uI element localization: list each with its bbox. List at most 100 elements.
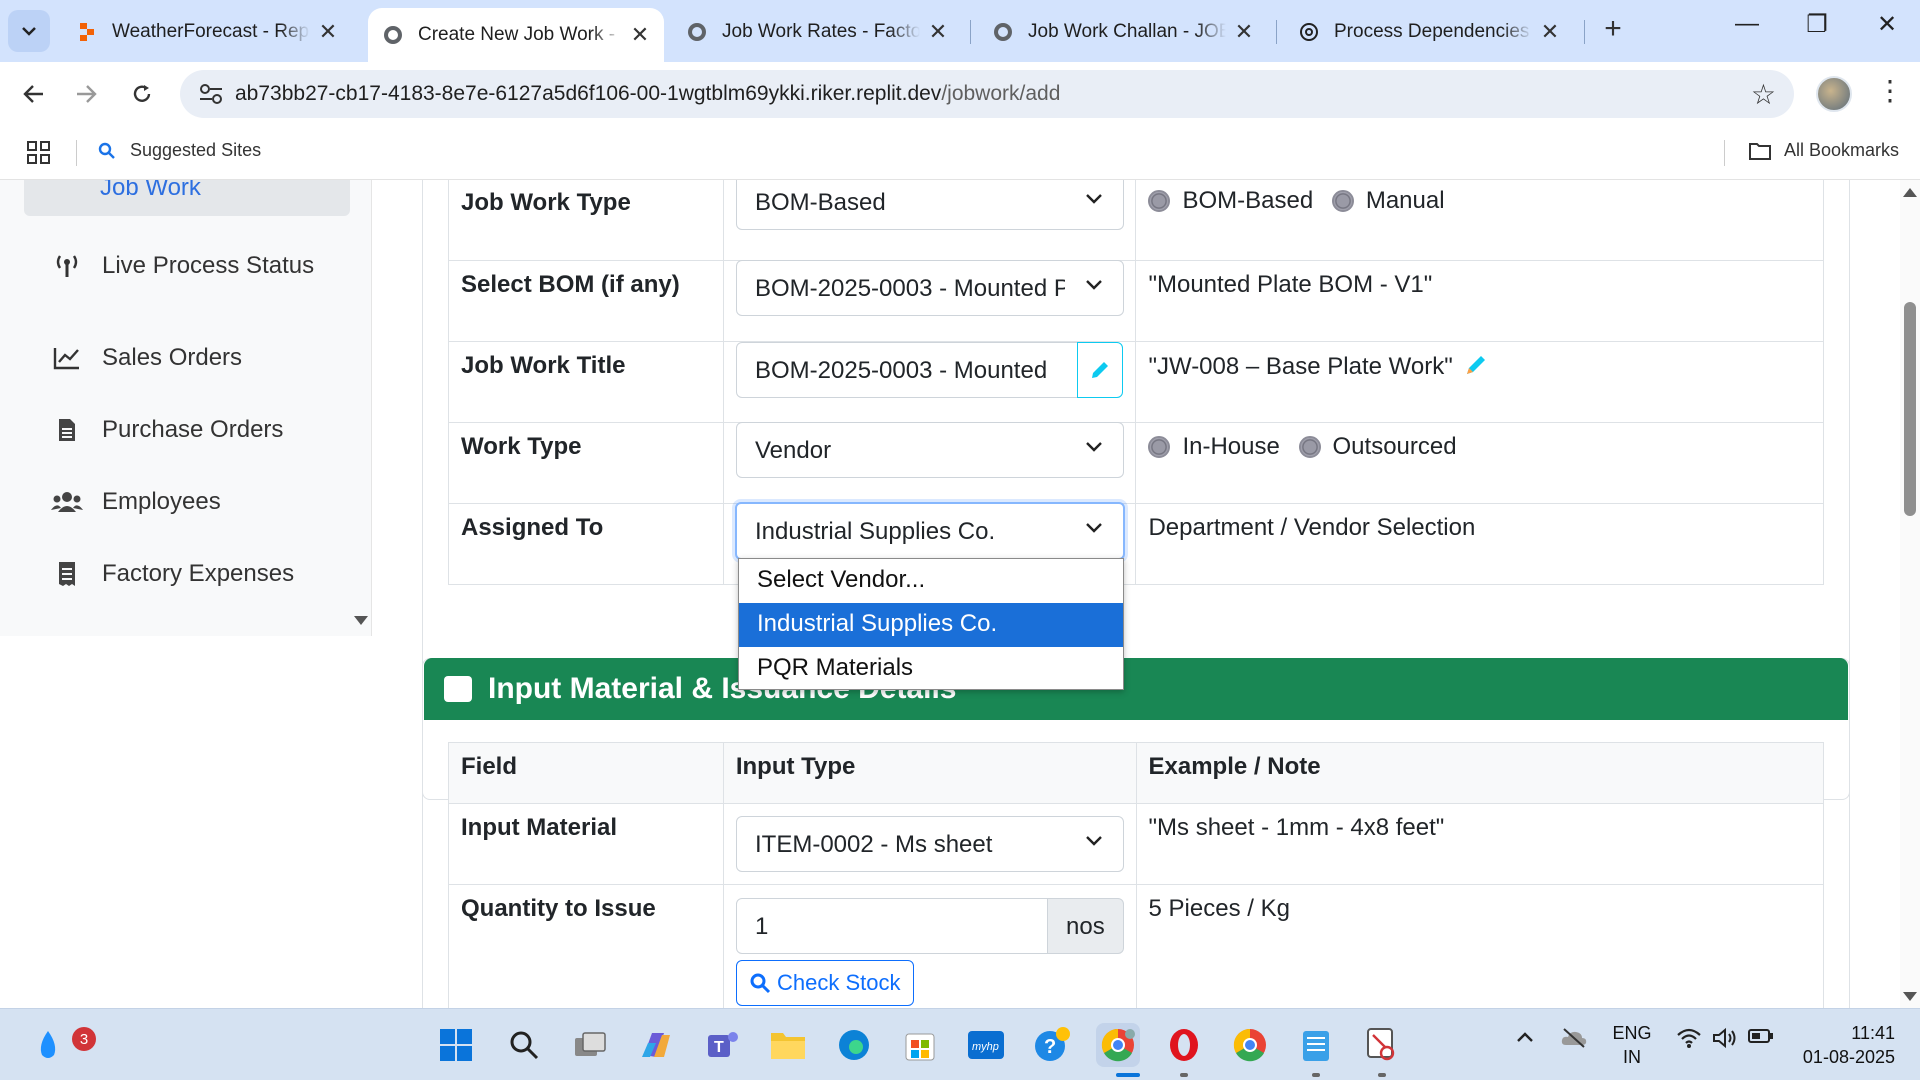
profile-avatar[interactable] bbox=[1816, 76, 1852, 112]
task-view-icon[interactable] bbox=[568, 1023, 612, 1067]
all-bookmarks-button[interactable]: All Bookmarks bbox=[1748, 140, 1899, 161]
search-icon bbox=[750, 973, 771, 994]
help-icon[interactable]: ? bbox=[1030, 1023, 1074, 1067]
quantity-input[interactable]: 1 bbox=[736, 898, 1048, 954]
radio-outsourced[interactable]: Outsourced bbox=[1298, 433, 1457, 461]
system-clock[interactable]: 11:41 01-08-2025 bbox=[1795, 1021, 1895, 1069]
forward-button[interactable] bbox=[68, 76, 104, 112]
page-scrollbar[interactable] bbox=[1900, 180, 1920, 1008]
svg-text:?: ? bbox=[1044, 1036, 1056, 1058]
scroll-up-icon[interactable] bbox=[1903, 188, 1917, 197]
windows-start-icon[interactable] bbox=[434, 1023, 478, 1067]
opera-icon[interactable] bbox=[1162, 1023, 1206, 1067]
chrome-icon[interactable] bbox=[1228, 1023, 1272, 1067]
file-explorer-icon[interactable] bbox=[766, 1023, 810, 1067]
job-work-type-select[interactable]: BOM-Based bbox=[736, 180, 1124, 230]
browser-tab[interactable]: Process Dependencies O ✕ bbox=[1284, 8, 1574, 56]
copilot-icon[interactable] bbox=[634, 1023, 678, 1067]
radio-manual[interactable]: Manual bbox=[1331, 187, 1445, 215]
radio-label: Outsourced bbox=[1332, 433, 1457, 460]
window-close-button[interactable]: ✕ bbox=[1862, 10, 1912, 39]
job-work-title-input[interactable]: BOM-2025-0003 - Mounted bbox=[736, 342, 1078, 398]
column-header: Input Type bbox=[722, 742, 1137, 804]
dropdown-option-selected[interactable]: Industrial Supplies Co. bbox=[739, 603, 1123, 647]
replit-icon bbox=[76, 21, 98, 43]
sidebar-item-sales-orders[interactable]: Sales Orders bbox=[50, 344, 242, 372]
search-icon[interactable] bbox=[502, 1023, 546, 1067]
table-row: Quantity to Issue 5 Pieces / Kg bbox=[448, 884, 1825, 1008]
field-label: Job Work Type bbox=[448, 180, 724, 261]
edit-title-button[interactable] bbox=[1077, 342, 1123, 398]
sidebar-item-employees[interactable]: Employees bbox=[50, 488, 221, 516]
sidebar-item-purchase-orders[interactable]: Purchase Orders bbox=[50, 416, 283, 444]
globe-icon bbox=[686, 21, 708, 43]
receipt-icon bbox=[50, 560, 84, 588]
dropdown-option[interactable]: PQR Materials bbox=[739, 647, 1123, 691]
wifi-icon[interactable] bbox=[1676, 1027, 1702, 1054]
radio-dot bbox=[1298, 436, 1321, 458]
onedrive-icon[interactable] bbox=[1560, 1027, 1588, 1054]
myhp-icon[interactable]: myhp bbox=[964, 1023, 1008, 1067]
restore-button[interactable]: ❐ bbox=[1792, 10, 1842, 39]
url-text[interactable]: ab73bb27-cb17-4183-8e7e-6127a5d6f106-00-… bbox=[235, 82, 1060, 106]
reload-button[interactable] bbox=[124, 76, 160, 112]
select-bom-select[interactable]: BOM-2025-0003 - Mounted P bbox=[736, 260, 1124, 316]
close-icon[interactable]: ✕ bbox=[1234, 19, 1254, 45]
broadcast-icon bbox=[50, 252, 84, 280]
radio-bom-based[interactable]: BOM-Based bbox=[1148, 187, 1313, 215]
scroll-down-icon[interactable] bbox=[1903, 992, 1917, 1001]
close-icon[interactable]: ✕ bbox=[318, 19, 338, 45]
sidebar-scroll-down-icon[interactable] bbox=[354, 616, 368, 625]
bookmark-star-icon[interactable]: ☆ bbox=[1751, 78, 1776, 111]
close-icon[interactable]: ✕ bbox=[630, 22, 650, 48]
browser-tab-active[interactable]: Create New Job Work - F ✕ bbox=[368, 8, 664, 62]
clock-date: 01-08-2025 bbox=[1802, 1047, 1895, 1067]
browser-tab[interactable]: WeatherForecast - Replit ✕ bbox=[62, 8, 352, 56]
teams-icon[interactable]: T bbox=[700, 1023, 744, 1067]
close-icon[interactable]: ✕ bbox=[928, 19, 948, 45]
chevron-down-icon bbox=[1086, 442, 1102, 452]
browser-tab[interactable]: Job Work Rates - Factory ✕ bbox=[672, 8, 962, 56]
chrome-icon-active[interactable] bbox=[1096, 1023, 1140, 1067]
table-row: Select BOM (if any) "Mounted Plate BOM -… bbox=[448, 260, 1824, 342]
address-bar[interactable]: ab73bb27-cb17-4183-8e7e-6127a5d6f106-00-… bbox=[180, 70, 1794, 118]
input-material-select[interactable]: ITEM-0002 - Ms sheet bbox=[736, 816, 1124, 872]
menu-kebab-icon[interactable]: ⋮ bbox=[1876, 74, 1904, 107]
tab-divider bbox=[1276, 20, 1277, 44]
tab-divider bbox=[970, 20, 971, 44]
note-cell: "JW-008 – Base Plate Work" bbox=[1135, 341, 1824, 423]
radio-in-house[interactable]: In-House bbox=[1148, 433, 1280, 461]
site-settings-icon[interactable] bbox=[198, 82, 224, 106]
pencil-icon bbox=[1092, 362, 1108, 378]
edge-icon[interactable] bbox=[832, 1023, 876, 1067]
minimize-button[interactable]: — bbox=[1722, 10, 1772, 38]
pencil-icon bbox=[1467, 356, 1486, 374]
battery-icon[interactable] bbox=[1748, 1027, 1774, 1050]
widgets-icon[interactable]: 3 bbox=[26, 1023, 96, 1067]
new-tab-button[interactable]: + bbox=[1598, 12, 1628, 46]
url-host: ab73bb27-cb17-4183-8e7e-6127a5d6f106-00-… bbox=[235, 82, 942, 105]
sidebar-item-factory-expenses[interactable]: Factory Expenses bbox=[50, 560, 294, 588]
bookmark-divider bbox=[1724, 140, 1725, 166]
field-label: Assigned To bbox=[448, 503, 724, 585]
sidebar-item-live-process-status[interactable]: Live Process Status bbox=[50, 252, 314, 280]
bookmark-suggested-sites[interactable]: Suggested Sites bbox=[98, 140, 261, 161]
tab-search-button[interactable] bbox=[8, 10, 50, 52]
scroll-thumb[interactable] bbox=[1904, 302, 1916, 516]
store-icon[interactable] bbox=[898, 1023, 942, 1067]
work-type-select[interactable]: Vendor bbox=[736, 422, 1124, 478]
browser-tab[interactable]: Job Work Challan - JOB-2 ✕ bbox=[978, 8, 1268, 56]
apps-grid-icon[interactable] bbox=[26, 140, 52, 166]
close-icon[interactable]: ✕ bbox=[1540, 19, 1560, 45]
dropdown-option[interactable]: Select Vendor... bbox=[739, 559, 1123, 603]
volume-icon[interactable] bbox=[1712, 1027, 1738, 1054]
snipping-tool-icon[interactable] bbox=[1360, 1023, 1404, 1067]
assigned-to-select[interactable]: Industrial Supplies Co. bbox=[735, 502, 1125, 560]
select-value: Industrial Supplies Co. bbox=[755, 518, 996, 545]
notepad-icon[interactable] bbox=[1294, 1023, 1338, 1067]
show-hidden-icons-chevron[interactable] bbox=[1516, 1027, 1534, 1048]
back-button[interactable] bbox=[16, 76, 52, 112]
radio-dot bbox=[1331, 190, 1354, 212]
language-indicator[interactable]: ENG IN bbox=[1612, 1021, 1652, 1069]
check-stock-button[interactable]: Check Stock bbox=[736, 960, 914, 1006]
